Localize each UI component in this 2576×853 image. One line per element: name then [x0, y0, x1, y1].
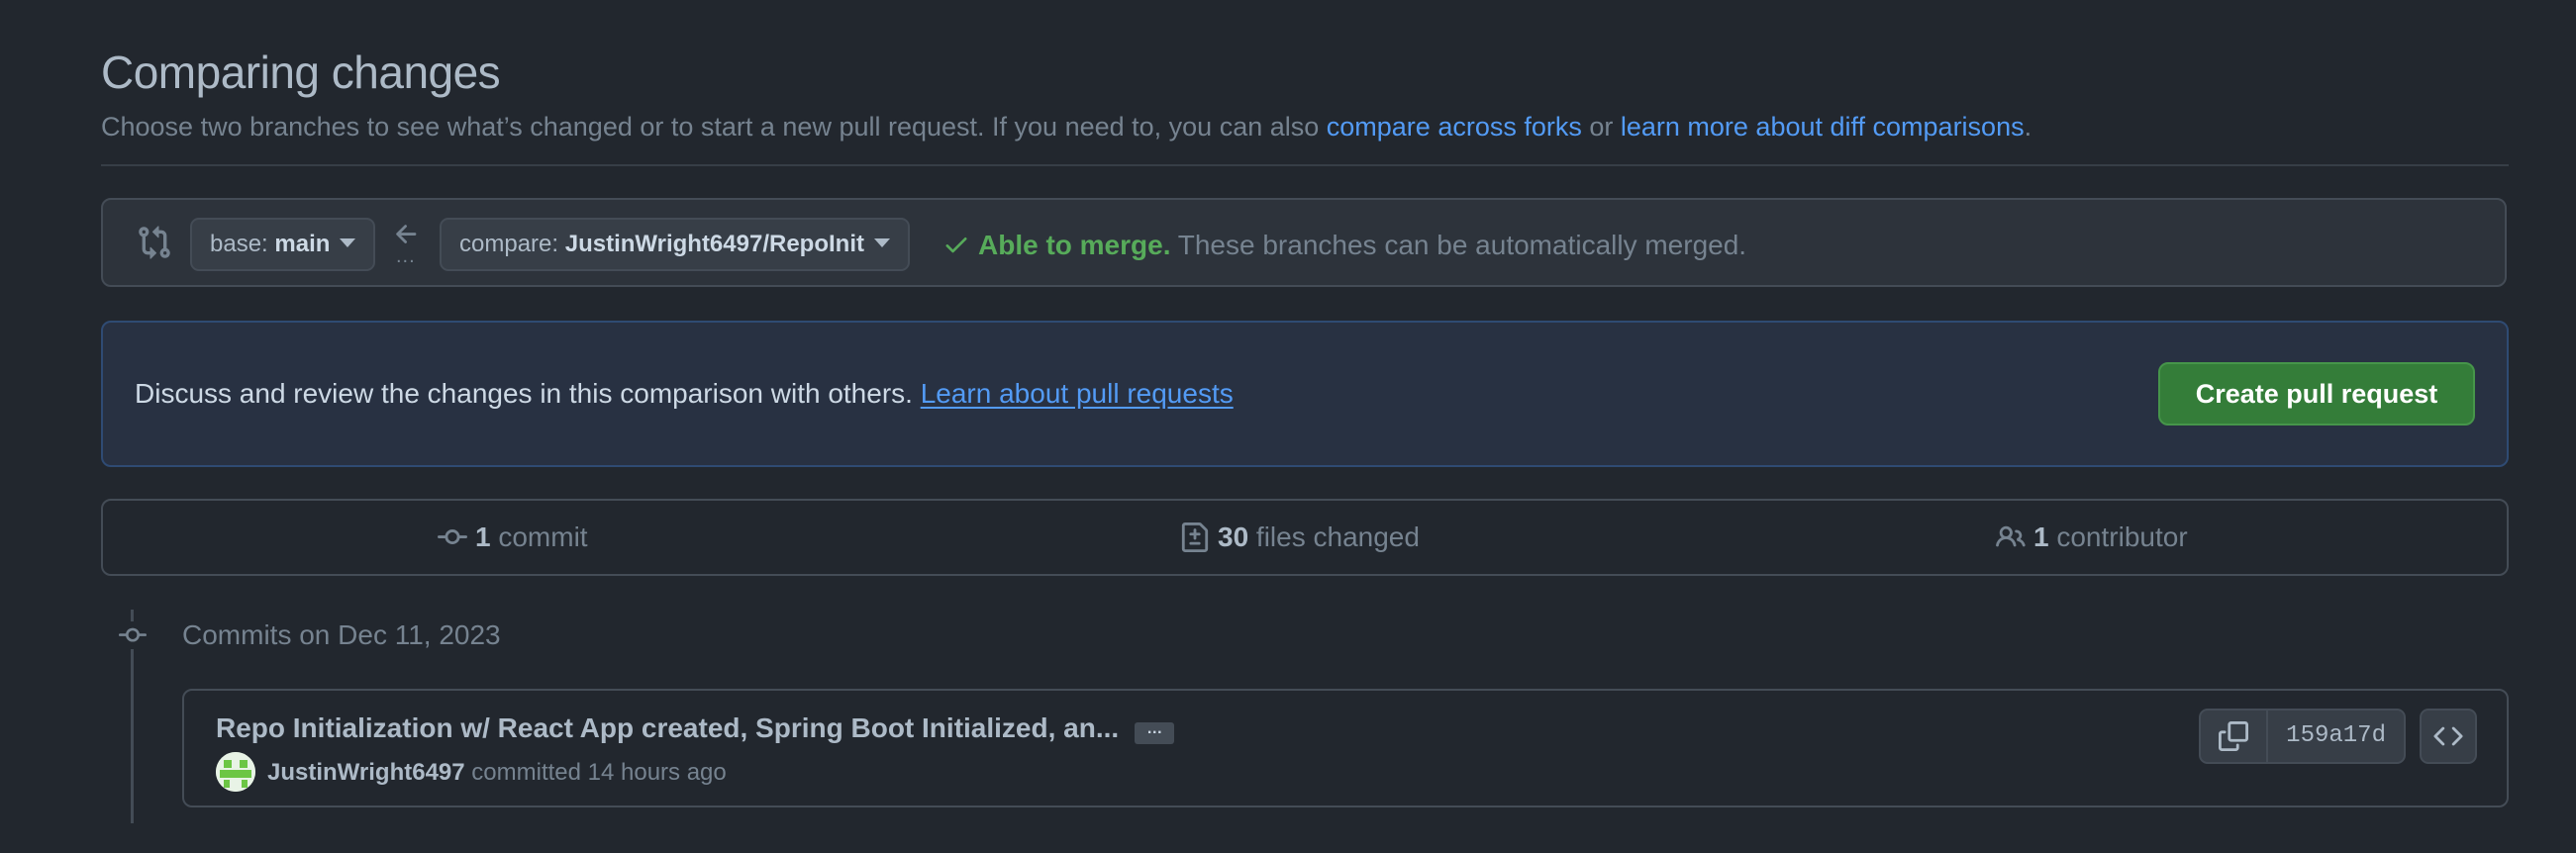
- discuss-message: Discuss and review the changes in this c…: [135, 378, 921, 409]
- commit-message-link[interactable]: Repo Initialization w/ React App created…: [216, 712, 1119, 743]
- base-branch-select[interactable]: base: main: [190, 218, 376, 271]
- page-title: Comparing changes: [101, 47, 501, 98]
- caret-down-icon: [340, 238, 356, 247]
- commit-time: committed 14 hours ago: [464, 759, 727, 786]
- commits-label: commit: [490, 521, 588, 552]
- people-icon: [1996, 525, 2026, 547]
- subtitle-text: Choose two branches to see what’s change…: [101, 112, 1327, 142]
- discuss-text: Discuss and review the changes in this c…: [135, 378, 1234, 410]
- range-editor: base: main ... compare: JustinWright6497…: [101, 198, 2507, 287]
- contributors-tab[interactable]: 1 contributor: [1996, 501, 2188, 574]
- git-commit-icon: [119, 621, 147, 649]
- expand-commit-message-button[interactable]: …: [1135, 721, 1175, 744]
- comparison-summary: 1 commit 30 files changed 1 contributor: [101, 499, 2509, 576]
- contributors-label: contributor: [2048, 521, 2188, 552]
- base-branch-name: main: [274, 231, 331, 257]
- git-commit-icon: [438, 529, 467, 545]
- browse-repository-button[interactable]: [2420, 709, 2477, 764]
- base-label: base:: [210, 231, 275, 257]
- divider: [101, 164, 2509, 166]
- commit-list-item: Repo Initialization w/ React App created…: [182, 689, 2509, 807]
- page-subtitle: Choose two branches to see what’s change…: [101, 111, 2031, 142]
- commit-sha-link[interactable]: 159a17d: [2268, 711, 2404, 762]
- files-count: 30: [1218, 521, 1249, 552]
- commits-date-heading: Commits on Dec 11, 2023: [182, 619, 501, 650]
- files-changed-tab[interactable]: 30 files changed: [1180, 501, 1420, 574]
- discuss-banner: Discuss and review the changes in this c…: [101, 321, 2509, 467]
- range-dots: ...: [396, 245, 416, 267]
- identicon-icon: [216, 752, 255, 792]
- compare-across-forks-link[interactable]: compare across forks: [1327, 112, 1582, 142]
- check-icon: [945, 237, 967, 253]
- avatar[interactable]: [216, 752, 255, 792]
- learn-diff-comparisons-link[interactable]: learn more about diff comparisons: [1621, 112, 2025, 142]
- caret-down-icon: [873, 238, 890, 247]
- commit-author[interactable]: JustinWright6497: [267, 759, 465, 786]
- compare-label: compare:: [459, 231, 565, 257]
- merge-status: Able to merge. These branches can be aut…: [942, 230, 1746, 261]
- create-pull-request-button[interactable]: Create pull request: [2158, 362, 2475, 426]
- contributors-count: 1: [2033, 521, 2049, 552]
- code-icon: [2433, 726, 2463, 746]
- commits-tab[interactable]: 1 commit: [438, 501, 588, 574]
- copy-icon: [2219, 721, 2249, 751]
- commit-sha-group: 159a17d: [2199, 709, 2406, 764]
- merge-status-label: Able to merge.: [978, 230, 1171, 260]
- subtitle-suffix: .: [2024, 112, 2032, 142]
- subtitle-or: or: [1581, 112, 1621, 142]
- merge-status-message: These branches can be automatically merg…: [1170, 230, 1747, 260]
- compare-branch-name: JustinWright6497/RepoInit: [564, 231, 864, 257]
- commit-author-line: JustinWright6497 committed 14 hours ago: [216, 752, 727, 793]
- commit-message: Repo Initialization w/ React App created…: [216, 712, 1175, 744]
- learn-pull-requests-link[interactable]: Learn about pull requests: [921, 378, 1234, 409]
- commits-count: 1: [475, 521, 491, 552]
- file-diff-icon: [1181, 522, 1209, 552]
- copy-sha-button[interactable]: [2201, 711, 2269, 762]
- files-label: files changed: [1248, 521, 1420, 552]
- git-compare-icon: [139, 226, 170, 259]
- compare-branch-select[interactable]: compare: JustinWright6497/RepoInit: [440, 218, 910, 271]
